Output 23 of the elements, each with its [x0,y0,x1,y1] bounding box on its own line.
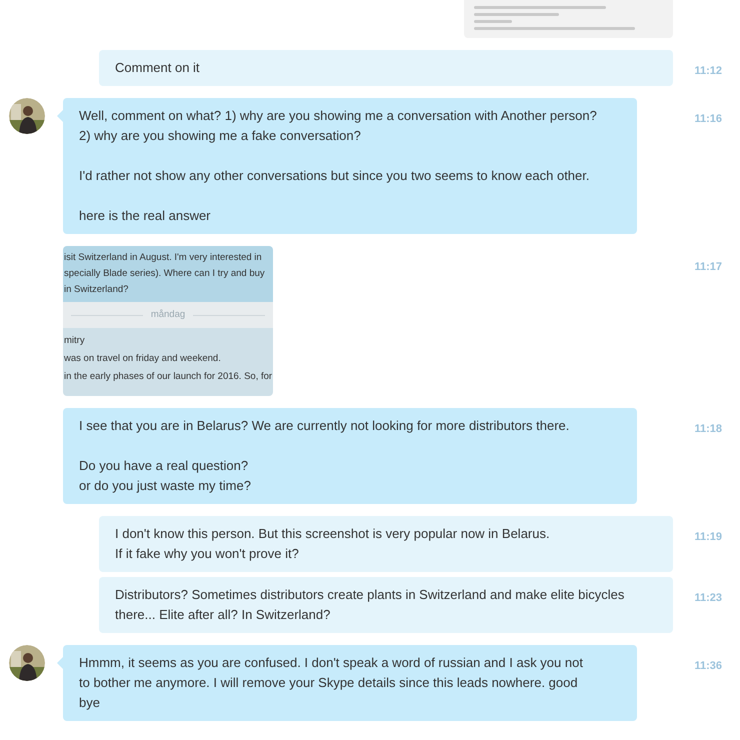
screenshot-text: specially Blade series). Where can I try and buy [64,267,266,281]
message-time: 11:19 [694,531,722,543]
message-text: Comment on it [115,59,201,77]
message-text: I don't know this person. But this screenshot is very popular now in Belarus. If it fake why you won't prove it? [115,525,551,563]
message-text: Well, comment on what? 1) why are you showing me a conversation with Another person? 2) why are you showing me a fake conversation? [79,107,598,145]
message-time: 11:18 [694,423,722,435]
message-time: 11:16 [694,113,722,125]
message-text: Hmmm, it seems as you are confused. I don't speak a word of russian and I ask you not to bother me anymore. I will remove your Skype details since this leads nowhere. good bye [79,654,584,712]
screenshot-text: was on travel on friday and weekend. [64,352,222,366]
day-separator: måndag [150,308,186,322]
message-time: 11:12 [694,65,722,77]
screenshot-text: in Switzerland? [64,283,130,297]
message-text: I'd rather not show any other conversations but since you two seems to know each other. [79,167,590,185]
screenshot-text: in the early phases of our launch for 2016. So, for [64,370,273,384]
message-text: here is the real answer [79,207,212,225]
screenshot-text: mitry [64,334,86,348]
message-time: 11:17 [694,261,722,273]
message-text: Distributors? Sometimes distributors create plants in Switzerland and make elite bicycles there... Elite after all? In Switzerland? [115,586,626,624]
screenshot-text: isit Switzerland in August. I'm very interested in [64,251,263,265]
message-time: 11:23 [694,592,722,604]
message-text: Do you have a real question? or do you just waste my time? [79,457,252,495]
message-time: 11:36 [694,660,722,672]
message-text: I see that you are in Belarus? We are currently not looking for more distributors there. [79,417,570,435]
